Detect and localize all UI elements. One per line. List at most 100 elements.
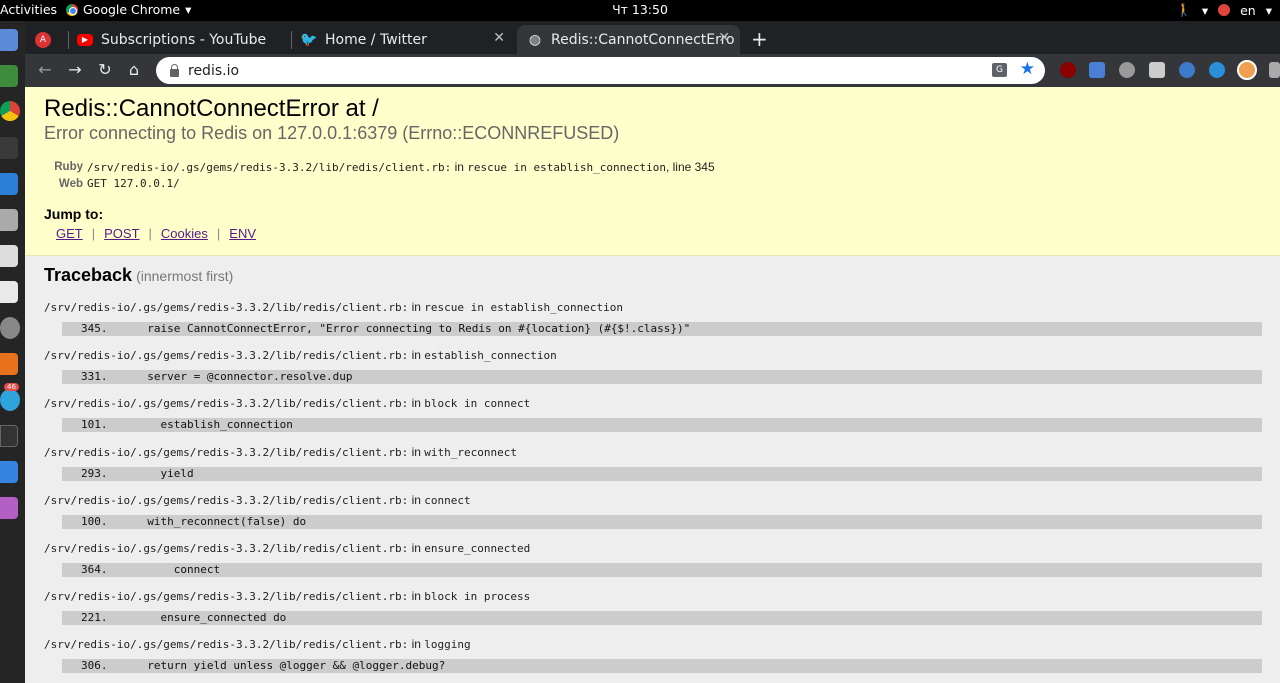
ruby-row: Ruby /srv/redis-io/.gs/gems/redis-3.3.2/… — [44, 159, 1261, 176]
browser-window: A ▶ Subscriptions - YouTube 🐦 Home / Twi… — [25, 21, 1280, 683]
traceback-frame[interactable]: /srv/redis-io/.gs/gems/redis-3.3.2/lib/r… — [44, 636, 1262, 683]
globe-icon: ◍ — [528, 31, 542, 48]
bookmark-star-icon[interactable]: ★ — [1020, 59, 1035, 79]
frame-method: rescue in establish_connection — [424, 301, 623, 314]
browser-toolbar: ← → ↻ ⌂ redis.io G ★ — [25, 54, 1280, 87]
frame-code[interactable]: 331. server = @connector.resolve.dup — [62, 370, 1262, 385]
system-tray[interactable]: 🚶 ▾ en ▾ — [1176, 2, 1272, 18]
code-line: with_reconnect(false) do — [107, 514, 307, 528]
jump-link-cookies[interactable]: Cookies — [161, 226, 208, 241]
traceback-frame[interactable]: /srv/redis-io/.gs/gems/redis-3.3.2/lib/r… — [44, 540, 1262, 588]
unread-badge: 46 — [4, 383, 19, 391]
traceback-frame[interactable]: /srv/redis-io/.gs/gems/redis-3.3.2/lib/r… — [44, 444, 1262, 492]
clock[interactable]: Чт 13:50 — [0, 2, 1280, 17]
ublock-icon[interactable] — [1060, 62, 1076, 78]
web-value: GET 127.0.0.1/ — [87, 177, 180, 190]
lock-icon[interactable] — [170, 63, 179, 77]
translate-icon[interactable]: G — [992, 63, 1007, 77]
tab-youtube[interactable]: ▶ Subscriptions - YouTube — [77, 25, 291, 54]
web-row: Web GET 127.0.0.1/ — [44, 176, 1261, 192]
tab-redis-error[interactable]: ◍ Redis::CannotConnectErro ✕ — [517, 25, 740, 54]
line-number: 331. — [81, 370, 108, 384]
frame-location: /srv/redis-io/.gs/gems/redis-3.3.2/lib/r… — [44, 636, 1261, 653]
forward-button[interactable]: → — [65, 60, 85, 79]
traceback-title: Traceback — [44, 265, 133, 285]
close-icon[interactable]: ✕ — [718, 30, 730, 46]
frame-file: /srv/redis-io/.gs/gems/redis-3.3.2/lib/r… — [44, 493, 409, 507]
chevron-down-icon: ▾ — [1201, 2, 1209, 18]
frame-code[interactable]: 364. connect — [62, 562, 1262, 577]
desktop-icon[interactable] — [0, 29, 18, 51]
chrome-icon[interactable] — [0, 101, 20, 121]
frame-code[interactable]: 101. establish_connection — [62, 418, 1262, 433]
jump-link-env[interactable]: ENV — [229, 226, 256, 241]
youtube-icon: ▶ — [77, 33, 93, 46]
frame-code[interactable]: 306. return yield unless @logger && @log… — [62, 659, 1262, 674]
app-menu[interactable]: Google Chrome ▾ — [66, 2, 191, 17]
address-bar[interactable]: redis.io G ★ — [156, 57, 1045, 84]
menu-icon[interactable] — [1269, 62, 1280, 78]
app-icon[interactable] — [0, 353, 18, 375]
frame-method: establish_connection — [424, 349, 557, 363]
search-extension-icon[interactable] — [1209, 62, 1225, 78]
monitor-icon[interactable] — [0, 425, 18, 447]
telegram-icon[interactable] — [0, 389, 20, 411]
in-word: in — [408, 348, 425, 363]
chrome-icon — [66, 3, 78, 16]
traceback-frame[interactable]: /srv/redis-io/.gs/gems/redis-3.3.2/lib/r… — [44, 588, 1262, 636]
jump-to-heading: Jump to: — [44, 206, 104, 222]
globe-extension-icon[interactable] — [1119, 62, 1135, 78]
traceback-heading: Traceback (innermost first) — [44, 264, 1261, 287]
traceback-frame[interactable]: /srv/redis-io/.gs/gems/redis-3.3.2/lib/r… — [44, 299, 1262, 347]
avatar[interactable] — [1237, 60, 1257, 80]
terminal-icon[interactable] — [0, 137, 18, 159]
tab-twitter[interactable]: 🐦 Home / Twitter ✕ — [300, 25, 515, 54]
web-label: Web — [58, 178, 83, 190]
frame-code[interactable]: 100. with_reconnect(false) do — [62, 514, 1262, 529]
url-text[interactable]: redis.io — [188, 63, 239, 79]
error-title: Redis::CannotConnectError at / — [44, 95, 379, 122]
tab-pinned[interactable]: A — [35, 25, 67, 54]
tab-separator — [291, 31, 292, 49]
frame-location: /srv/redis-io/.gs/gems/redis-3.3.2/lib/r… — [44, 395, 1261, 412]
sync-extension-icon[interactable] — [1179, 62, 1195, 78]
notification-icon[interactable] — [1218, 4, 1231, 16]
dock: 46 — [0, 21, 25, 683]
frame-code[interactable]: 221. ensure_connected do — [62, 611, 1262, 626]
frame-code[interactable]: 293. yield — [62, 466, 1262, 481]
traceback-section: Traceback (innermost first) /srv/redis-io… — [25, 256, 1280, 683]
page-content: Redis::CannotConnectError at / Error con… — [25, 87, 1280, 683]
frame-method: block in process — [424, 590, 531, 604]
media-icon[interactable] — [0, 497, 18, 519]
new-tab-button[interactable]: + — [751, 27, 768, 51]
camera-extension-icon[interactable] — [1149, 62, 1165, 78]
traceback-frame[interactable]: /srv/redis-io/.gs/gems/redis-3.3.2/lib/r… — [44, 492, 1262, 540]
line-number: 101. — [81, 418, 108, 432]
help-icon[interactable] — [0, 461, 18, 483]
language-indicator[interactable]: en — [1240, 3, 1256, 18]
settings-icon[interactable] — [0, 317, 20, 339]
frame-code[interactable]: 345. raise CannotConnectError, "Error co… — [62, 322, 1262, 336]
frame-location: /srv/redis-io/.gs/gems/redis-3.3.2/lib/r… — [44, 444, 1261, 461]
search-icon[interactable] — [0, 245, 18, 267]
reload-button[interactable]: ↻ — [95, 60, 115, 79]
activities-button[interactable]: Activities — [0, 2, 57, 17]
tool-icon[interactable] — [0, 65, 18, 87]
close-icon[interactable]: ✕ — [493, 30, 505, 46]
vscode-icon[interactable] — [0, 173, 18, 195]
translate-extension-icon[interactable] — [1089, 62, 1105, 78]
frame-method: logging — [424, 638, 471, 652]
jump-link-get[interactable]: GET — [56, 226, 83, 241]
frame-location: /srv/redis-io/.gs/gems/redis-3.3.2/lib/r… — [44, 299, 1261, 316]
line-number: 306. — [81, 659, 108, 673]
traceback-frame[interactable]: /srv/redis-io/.gs/gems/redis-3.3.2/lib/r… — [44, 347, 1262, 395]
frame-location: /srv/redis-io/.gs/gems/redis-3.3.2/lib/r… — [44, 540, 1261, 557]
magnifier-icon[interactable] — [0, 281, 18, 303]
back-button[interactable]: ← — [35, 60, 55, 79]
home-button[interactable]: ⌂ — [124, 60, 144, 79]
line-number: 364. — [81, 562, 108, 576]
jump-link-post[interactable]: POST — [104, 226, 139, 241]
accessibility-icon[interactable]: 🚶 — [1176, 2, 1192, 18]
files-icon[interactable] — [0, 209, 18, 231]
traceback-frame[interactable]: /srv/redis-io/.gs/gems/redis-3.3.2/lib/r… — [44, 395, 1262, 443]
